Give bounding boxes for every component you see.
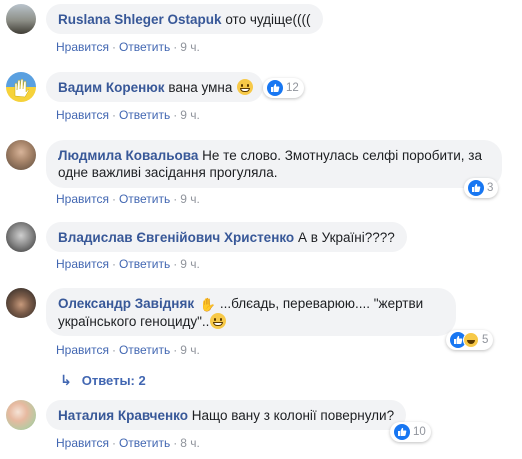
- reply-arrow-icon: ↳: [60, 372, 72, 388]
- reaction-count[interactable]: 12: [263, 78, 304, 98]
- separator: ·: [111, 436, 116, 450]
- reaction-count[interactable]: 10: [390, 422, 431, 442]
- comment-time[interactable]: 9 ч.: [180, 108, 200, 122]
- reply-link[interactable]: Ответить: [119, 257, 170, 271]
- separator: ·: [173, 192, 178, 206]
- comment-text: українського геноциду"..: [58, 314, 210, 329]
- like-link[interactable]: Нравится: [56, 436, 109, 450]
- comment-author[interactable]: Наталия Кравченко: [58, 408, 188, 423]
- comment-actions: Нравится · Ответить · 9 ч.: [56, 40, 200, 54]
- comment-text: Нащо вану з колонії повернули?: [191, 408, 395, 423]
- reply-link[interactable]: Ответить: [119, 343, 170, 357]
- separator: ·: [173, 343, 178, 357]
- separator: ·: [173, 108, 178, 122]
- separator: ·: [111, 192, 116, 206]
- view-replies-link[interactable]: ↳ Ответы: 2: [60, 372, 146, 389]
- separator: ·: [173, 257, 178, 271]
- comment-bubble: Ruslana Shleger Ostapuk ото чудіще((((: [46, 4, 323, 34]
- comment-actions: Нравится · Ответить · 9 ч.: [56, 257, 200, 271]
- comment-bubble: Вадим Коренюк вана умна: [46, 72, 264, 102]
- avatar[interactable]: [6, 400, 36, 430]
- separator: ·: [111, 108, 116, 122]
- reaction-count-text: 5: [482, 334, 489, 346]
- comment-author[interactable]: Ruslana Shleger Ostapuk: [58, 12, 222, 27]
- like-link[interactable]: Нравится: [56, 192, 109, 206]
- comment-bubble: Людмила Ковальова Не те слово. Змотнулас…: [46, 140, 502, 188]
- like-reaction-icon: [468, 180, 484, 196]
- comment-actions: Нравится · Ответить · 9 ч.: [56, 192, 200, 206]
- reply-link[interactable]: Ответить: [119, 40, 170, 54]
- comment-actions: Нравится · Ответить · 9 ч.: [56, 343, 200, 357]
- separator: ·: [173, 40, 178, 54]
- reply-link[interactable]: Ответить: [119, 436, 170, 450]
- comment-text: ...блєадь, переварюю.... "жертви: [219, 296, 424, 311]
- comment-time[interactable]: 8 ч.: [180, 436, 200, 450]
- comment-text: А в Україні????: [297, 230, 395, 245]
- separator: ·: [111, 257, 116, 271]
- comment-time[interactable]: 9 ч.: [180, 257, 200, 271]
- reaction-count[interactable]: 3: [464, 178, 499, 198]
- comment-text: ото чудіще((((: [225, 12, 311, 27]
- replies-label: Ответы: 2: [81, 373, 146, 388]
- comment-time[interactable]: 9 ч.: [180, 192, 200, 206]
- comment-author[interactable]: Олександр Завідняк: [58, 296, 194, 311]
- comment-actions: Нравится · Ответить · 9 ч.: [56, 108, 200, 122]
- like-reaction-icon: [267, 80, 283, 96]
- comment-time[interactable]: 9 ч.: [180, 343, 200, 357]
- laughing-emoji-icon: [237, 79, 254, 95]
- reply-link[interactable]: Ответить: [119, 192, 170, 206]
- separator: ·: [111, 40, 116, 54]
- reply-link[interactable]: Ответить: [119, 108, 170, 122]
- like-link[interactable]: Нравится: [56, 257, 109, 271]
- like-link[interactable]: Нравится: [56, 108, 109, 122]
- avatar[interactable]: [6, 288, 36, 318]
- avatar[interactable]: [6, 140, 36, 170]
- haha-reaction-icon: [463, 332, 479, 348]
- reaction-count-text: 12: [286, 82, 299, 94]
- comment-bubble: Олександр Завідняк ✋ ...блєадь, переварю…: [46, 288, 456, 336]
- comment-actions: Нравится · Ответить · 8 ч.: [56, 436, 200, 450]
- like-link[interactable]: Нравится: [56, 40, 109, 54]
- comment-bubble: Владислав Євгенійович Христенко А в Укра…: [46, 222, 407, 252]
- avatar[interactable]: [6, 222, 36, 252]
- reaction-count-text: 3: [487, 182, 494, 194]
- like-reaction-icon: [394, 424, 410, 440]
- avatar[interactable]: [6, 4, 36, 34]
- reaction-count-text: 10: [413, 426, 426, 438]
- comment-author[interactable]: Владислав Євгенійович Христенко: [58, 230, 294, 245]
- waving-hand-icon: ✋: [199, 297, 217, 312]
- separator: ·: [173, 436, 178, 450]
- reaction-count[interactable]: 5: [446, 330, 494, 350]
- comment-time[interactable]: 9 ч.: [180, 40, 200, 54]
- comment-text: вана умна: [168, 80, 233, 95]
- hand-icon: [6, 72, 36, 102]
- avatar[interactable]: [6, 72, 36, 102]
- comment-author[interactable]: Вадим Коренюк: [58, 80, 165, 95]
- separator: ·: [111, 343, 116, 357]
- comment-bubble: Наталия Кравченко Нащо вану з колонії по…: [46, 400, 407, 430]
- laughing-emoji-icon: [210, 313, 227, 329]
- comment-author[interactable]: Людмила Ковальова: [58, 148, 198, 163]
- like-link[interactable]: Нравится: [56, 343, 109, 357]
